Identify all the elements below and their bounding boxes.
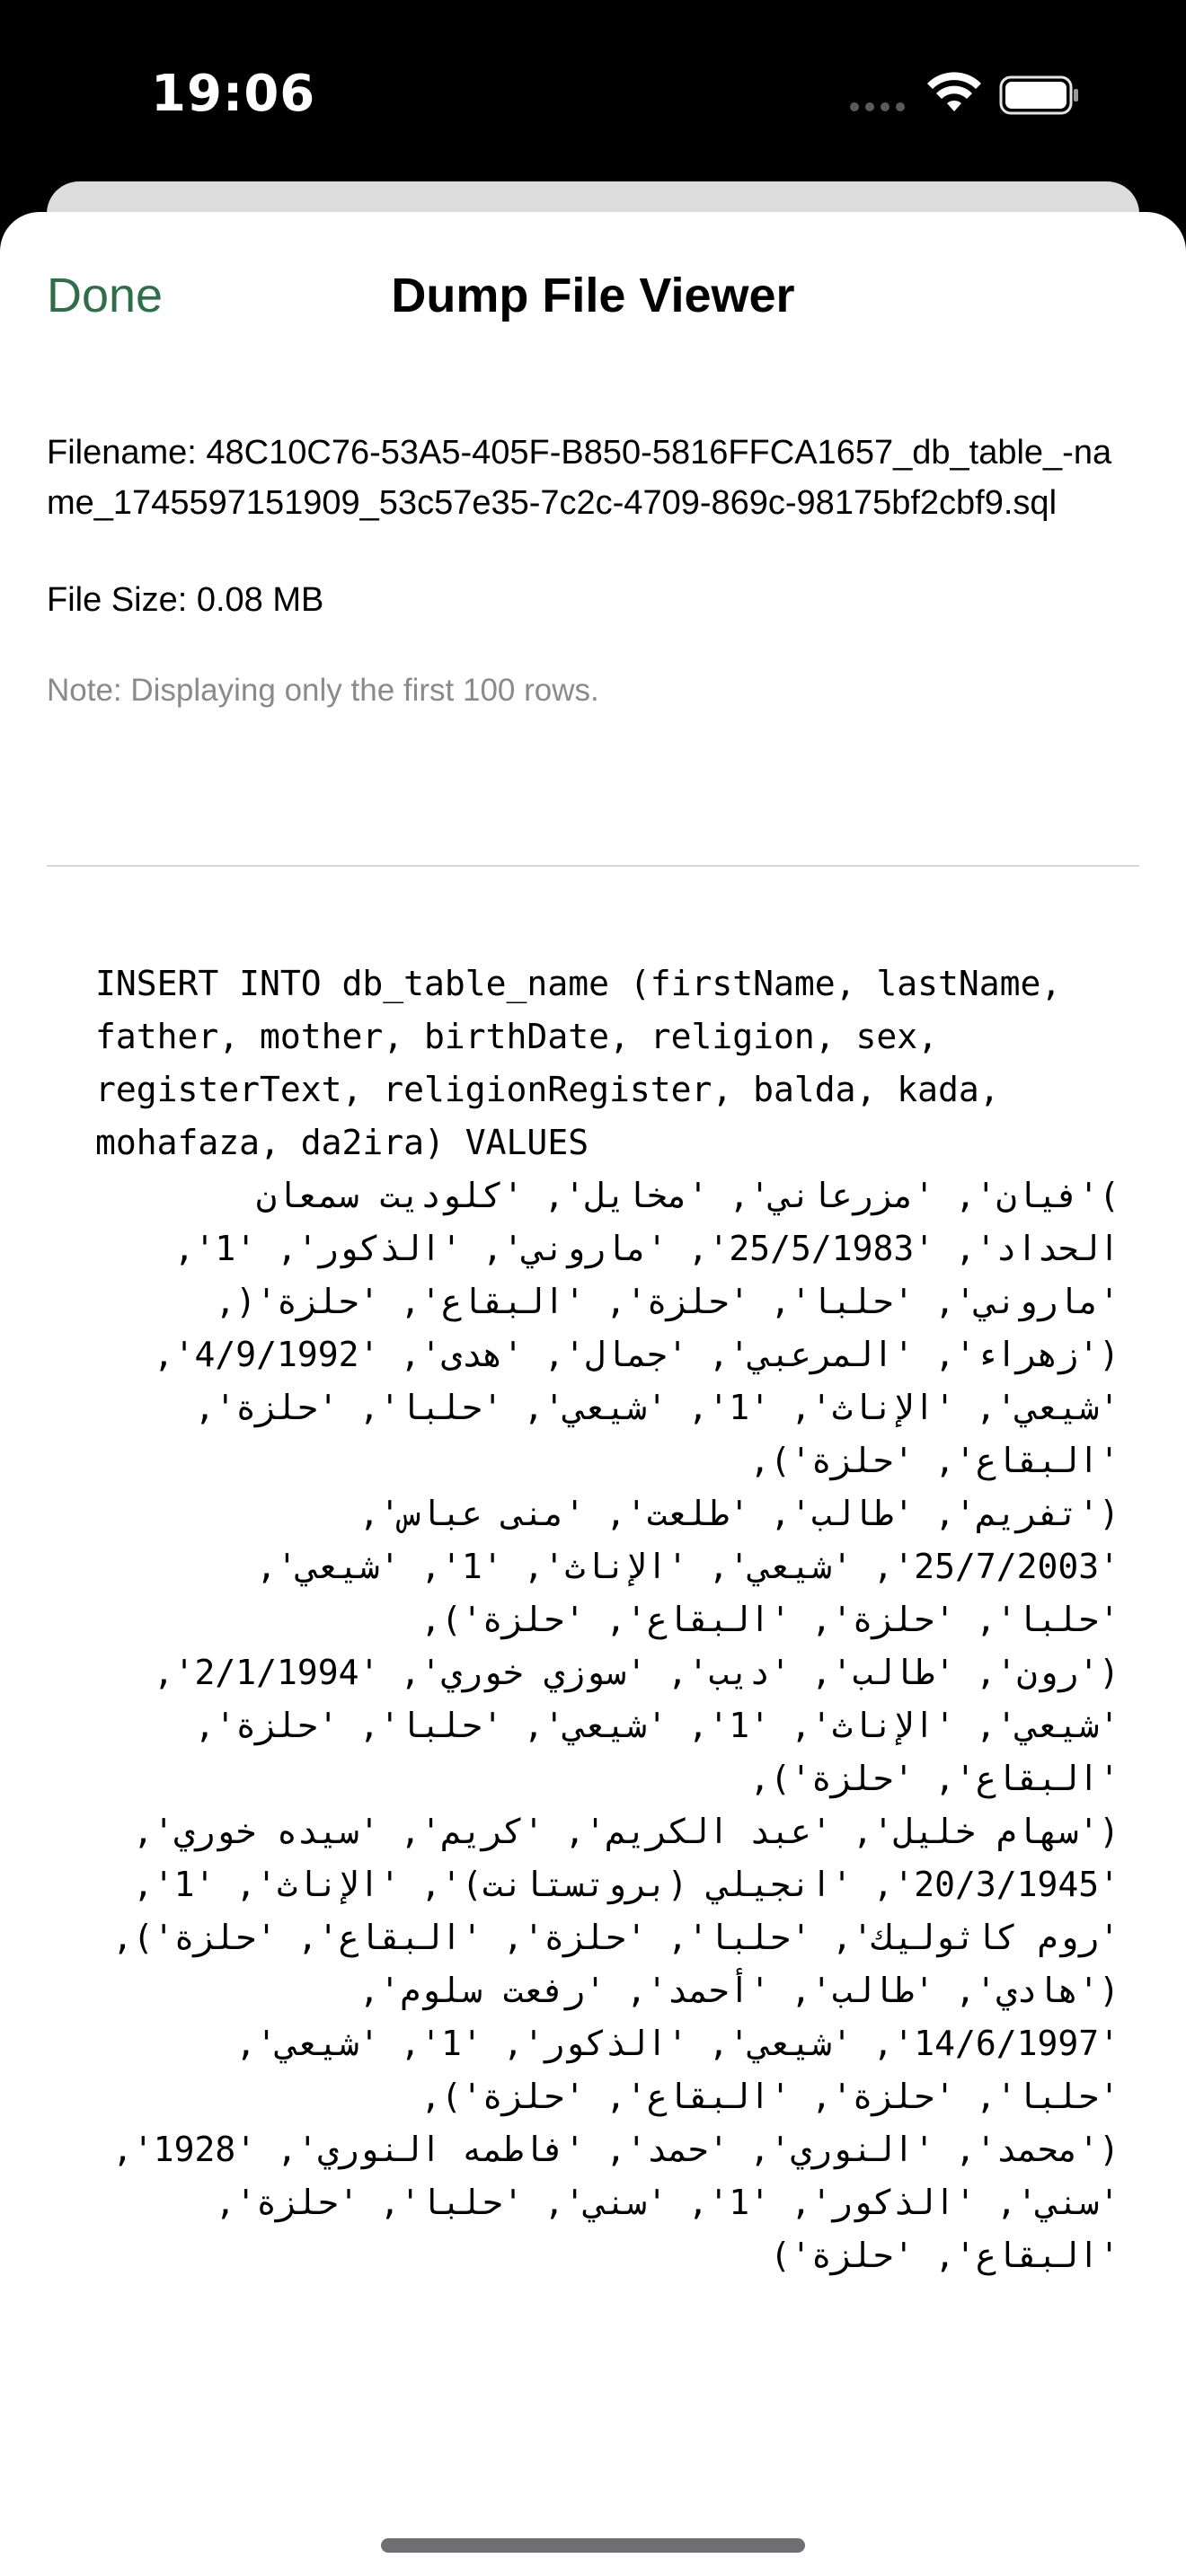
status-time: 19:06 xyxy=(151,65,316,123)
wifi-icon xyxy=(927,72,981,111)
home-indicator[interactable] xyxy=(381,2538,805,2553)
dump-viewer-sheet: Done Dump File Viewer Filename: 48C10C76… xyxy=(0,212,1186,2576)
cellular-signal-icon xyxy=(850,102,905,111)
rows-note: Note: Displaying only the first 100 rows… xyxy=(47,673,599,708)
dump-scroll-view[interactable]: INSERT INTO db_table_name (firstName, la… xyxy=(95,957,1120,2565)
dump-content: INSERT INTO db_table_name (firstName, la… xyxy=(95,964,1120,2275)
filename-label: Filename: 48C10C76-53A5-405F-B850-5816FF… xyxy=(47,434,1112,522)
file-size-label: File Size: 0.08 MB xyxy=(47,581,324,619)
file-info: Filename: 48C10C76-53A5-405F-B850-5816FF… xyxy=(47,428,1139,713)
sheet-title: Dump File Viewer xyxy=(391,269,795,322)
divider xyxy=(47,865,1139,867)
battery-icon xyxy=(999,75,1078,115)
status-bar: 19:06 xyxy=(0,0,1186,189)
